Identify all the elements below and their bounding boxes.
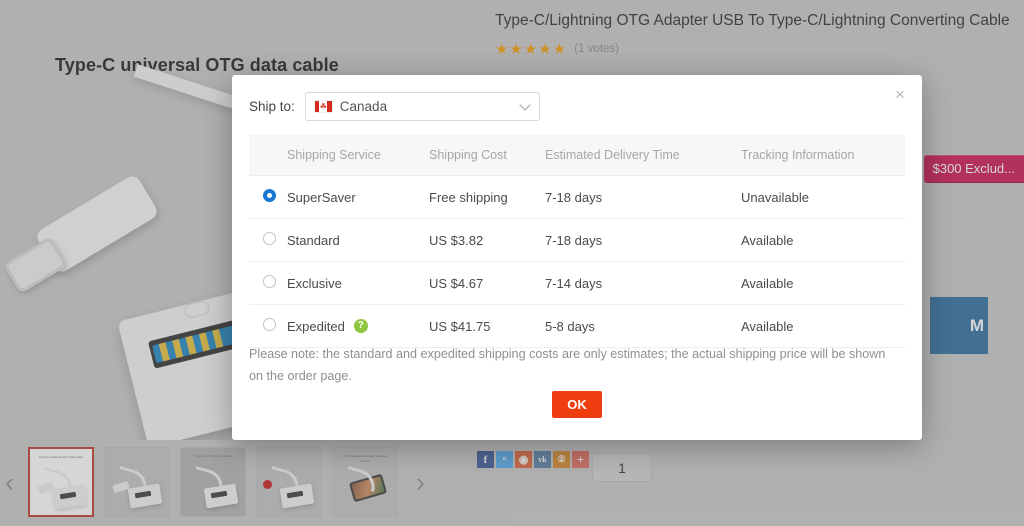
thumbnail-item[interactable]: Type-C OTG adapter cable (180, 447, 246, 517)
table-row[interactable]: Standard US $3.82 7-18 days Available (249, 218, 905, 262)
chevron-left-icon[interactable]: ‹ (5, 469, 14, 497)
shipping-options-dialog: × Ship to: ☘ Canada Shipping Service Shi… (232, 75, 922, 440)
radio-exclusive[interactable] (263, 275, 276, 288)
column-header-tracking-information: Tracking Information (741, 135, 905, 176)
twitter-icon[interactable]: ᵒ (496, 451, 513, 468)
star-rating-icon: ★★★★★ (495, 41, 568, 58)
thumbnail-item[interactable] (256, 447, 322, 517)
shipping-service-cell: SuperSaver (287, 175, 429, 219)
thumbnail-item[interactable] (104, 447, 170, 517)
thumbnail-strip: ‹ › Type-C universal OTG data cable Type… (0, 440, 458, 526)
odnoklassniki-icon[interactable]: ② (553, 451, 570, 468)
table-row[interactable]: SuperSaver Free shipping 7-18 days Unava… (249, 175, 905, 219)
chevron-down-icon (519, 98, 531, 111)
column-header-estimated-delivery-time: Estimated Delivery Time (545, 135, 741, 176)
ship-to-row: Ship to: ☘ Canada (249, 92, 540, 121)
delivery-time-cell: 7-14 days (545, 261, 741, 305)
close-icon[interactable]: × (890, 86, 910, 106)
shipping-cost-cell: US $4.67 (429, 261, 545, 305)
chevron-right-icon[interactable]: › (416, 469, 425, 497)
thumbnail-list: Type-C universal OTG data cable Type-C O… (28, 447, 398, 517)
share-more-icon[interactable]: + (572, 451, 589, 468)
reddit-icon[interactable]: ◉ (515, 451, 532, 468)
tracking-info-cell: Available (741, 304, 905, 348)
shipping-cost-cell: Free shipping (429, 175, 545, 219)
facebook-icon[interactable]: f (477, 451, 494, 468)
shipping-service-name: Exclusive (287, 275, 342, 291)
delivery-time-cell: 7-18 days (545, 175, 741, 219)
shipping-note: Please note: the standard and expedited … (249, 347, 886, 384)
social-share-row: f ᵒ ◉ vk ② + (477, 451, 591, 468)
shipping-service-cell: Exclusive (287, 261, 429, 305)
table-header-row: Shipping Service Shipping Cost Estimated… (249, 135, 905, 176)
tracking-info-cell: Unavailable (741, 175, 905, 219)
thumbnail-label: OTG data cable connect to phone directly (342, 454, 388, 463)
add-to-cart-button[interactable]: M (930, 297, 988, 354)
country-select-value: Canada (339, 99, 388, 114)
column-header-shipping-service: Shipping Service (287, 135, 429, 176)
radio-supersaver[interactable] (263, 189, 276, 202)
maple-leaf-icon: ☘ (319, 101, 327, 111)
shipping-options-table: Shipping Service Shipping Cost Estimated… (249, 135, 905, 348)
shipping-option-radio-cell[interactable] (249, 261, 287, 305)
rating-row: ★★★★★ (1 votes) (495, 40, 619, 58)
tracking-info-cell: Available (741, 261, 905, 305)
ok-button[interactable]: OK (552, 391, 602, 418)
help-icon[interactable]: ? (353, 319, 368, 333)
ship-to-label: Ship to: (249, 99, 295, 114)
shipping-service-cell: Standard (287, 218, 429, 262)
delivery-time-cell: 5-8 days (545, 304, 741, 348)
shipping-service-name: SuperSaver (287, 189, 356, 205)
thumbnail-label: Type-C OTG adapter cable (194, 454, 232, 458)
delivery-time-cell: 7-18 days (545, 218, 741, 262)
shipping-cost-cell: US $3.82 (429, 218, 545, 262)
column-header-select (249, 135, 287, 176)
shipping-option-radio-cell[interactable] (249, 304, 287, 348)
shipping-service-cell: Expedited ? (287, 304, 429, 348)
shipping-option-radio-cell[interactable] (249, 175, 287, 219)
product-image-caption: Type-C universal OTG data cable (55, 55, 339, 75)
thumbnail-item[interactable]: Type-C universal OTG data cable (28, 447, 94, 517)
page-title: Type-C/Lightning OTG Adapter USB To Type… (495, 12, 1010, 29)
status-badge[interactable]: $300 Exclud... (923, 155, 1024, 183)
shipping-service-name: Standard (287, 232, 340, 248)
votes-count: (1 votes) (574, 43, 619, 55)
column-header-shipping-cost: Shipping Cost (429, 135, 545, 176)
radio-standard[interactable] (263, 232, 276, 245)
vk-icon[interactable]: vk (534, 451, 551, 468)
radio-expedited[interactable] (263, 318, 276, 331)
table-row[interactable]: Exclusive US $4.67 7-14 days Available (249, 261, 905, 305)
shipping-service-name: Expedited (287, 318, 345, 334)
shipping-option-radio-cell[interactable] (249, 218, 287, 262)
thumbnail-label: Type-C universal OTG data cable (38, 455, 84, 459)
table-row[interactable]: Expedited ? US $41.75 5-8 days Available (249, 304, 905, 348)
quantity-stepper[interactable]: 1 (592, 453, 652, 482)
tracking-info-cell: Available (741, 218, 905, 262)
country-select[interactable]: ☘ Canada (304, 92, 540, 121)
canada-flag-icon: ☘ (314, 101, 332, 112)
thumbnail-item[interactable]: OTG data cable connect to phone directly (332, 447, 398, 517)
shipping-cost-cell: US $41.75 (429, 304, 545, 348)
